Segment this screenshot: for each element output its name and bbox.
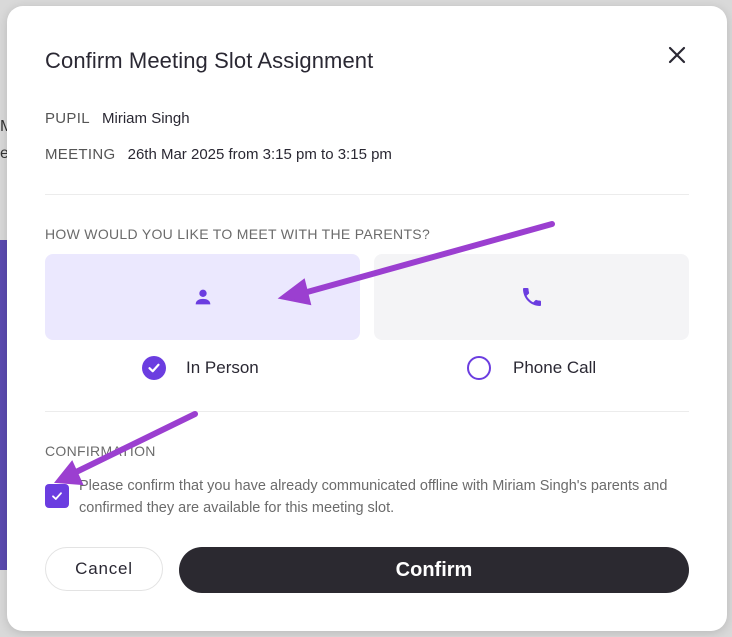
dialog-title: Confirm Meeting Slot Assignment bbox=[45, 48, 374, 73]
confirm-button[interactable]: Confirm bbox=[179, 547, 689, 593]
phone-call-label: Phone Call bbox=[513, 358, 597, 377]
pupil-label: PUPIL bbox=[45, 110, 90, 127]
meeting-label: MEETING bbox=[45, 146, 116, 163]
phone-call-card[interactable] bbox=[374, 254, 689, 340]
divider bbox=[45, 411, 689, 412]
confirmation-checkbox[interactable] bbox=[45, 484, 69, 508]
pupil-row: PUPIL Miriam Singh bbox=[45, 110, 190, 127]
cancel-button[interactable]: Cancel bbox=[45, 547, 163, 591]
meeting-row: MEETING 26th Mar 2025 from 3:15 pm to 3:… bbox=[45, 146, 392, 163]
confirmation-label: CONFIRMATION bbox=[45, 443, 156, 459]
divider bbox=[45, 194, 689, 195]
close-icon bbox=[668, 46, 686, 64]
in-person-card[interactable] bbox=[45, 254, 360, 340]
pupil-value: Miriam Singh bbox=[102, 110, 190, 127]
radio-checked-icon[interactable] bbox=[142, 356, 166, 380]
close-button[interactable] bbox=[664, 42, 690, 68]
person-icon bbox=[195, 289, 210, 305]
in-person-label: In Person bbox=[186, 358, 259, 377]
checkmark-icon bbox=[52, 492, 62, 500]
phone-icon bbox=[522, 288, 541, 306]
phone-call-option[interactable]: Phone Call bbox=[467, 355, 596, 381]
meeting-method-question: HOW WOULD YOU LIKE TO MEET WITH THE PARE… bbox=[45, 226, 431, 242]
confirm-meeting-dialog: Confirm Meeting Slot Assignment PUPIL Mi… bbox=[7, 6, 727, 631]
meeting-value: 26th Mar 2025 from 3:15 pm to 3:15 pm bbox=[127, 146, 392, 163]
confirmation-text: Please confirm that you have already com… bbox=[79, 478, 668, 516]
in-person-option[interactable]: In Person bbox=[142, 355, 259, 381]
radio-unchecked-icon[interactable] bbox=[467, 356, 491, 380]
